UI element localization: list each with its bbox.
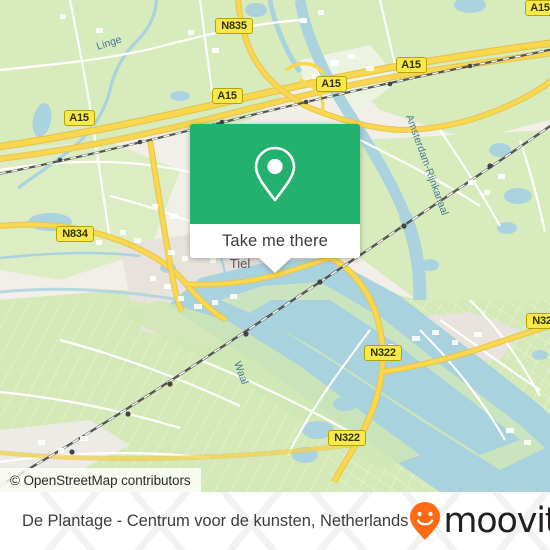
take-me-there-callout[interactable]: Take me there: [190, 124, 360, 273]
footer-bar: De Plantage - Centrum voor de kunsten, N…: [0, 492, 550, 550]
road-shield-a15: A15: [315, 76, 347, 92]
footer-content: De Plantage - Centrum voor de kunsten, N…: [0, 492, 550, 550]
road-shield-n322: N322: [526, 313, 550, 329]
map-pin-icon: [254, 146, 296, 202]
moovit-logo[interactable]: moovit: [408, 501, 550, 541]
callout-icon-panel: [190, 124, 360, 224]
road-shield-n322: N322: [364, 345, 402, 361]
attribution-text: © OpenStreetMap contributors: [10, 472, 191, 488]
map-label-tiel: Tiel: [230, 256, 251, 271]
moovit-wordmark: moovit: [443, 500, 550, 541]
screenshot-root: Tiel Linge Waal Amsterdam-Rijnkanaal N83…: [0, 0, 550, 550]
road-shield-a15: A15: [211, 88, 243, 104]
take-me-there-label: Take me there: [222, 231, 328, 250]
road-shield-n834: N834: [56, 226, 94, 242]
road-shield-a15: A15: [524, 0, 550, 16]
road-shield-n322: N322: [328, 430, 366, 446]
place-name: De Plantage - Centrum voor de kunsten, N…: [22, 511, 409, 530]
road-shield-n835: N835: [215, 18, 253, 34]
map-attribution: © OpenStreetMap contributors: [0, 468, 201, 492]
road-shield-a15: A15: [63, 110, 95, 126]
road-shield-a15: A15: [395, 57, 427, 73]
moovit-pin-smiley-icon: [410, 502, 441, 540]
callout-action-panel[interactable]: Take me there: [190, 224, 360, 258]
callout-tail: [259, 258, 291, 273]
